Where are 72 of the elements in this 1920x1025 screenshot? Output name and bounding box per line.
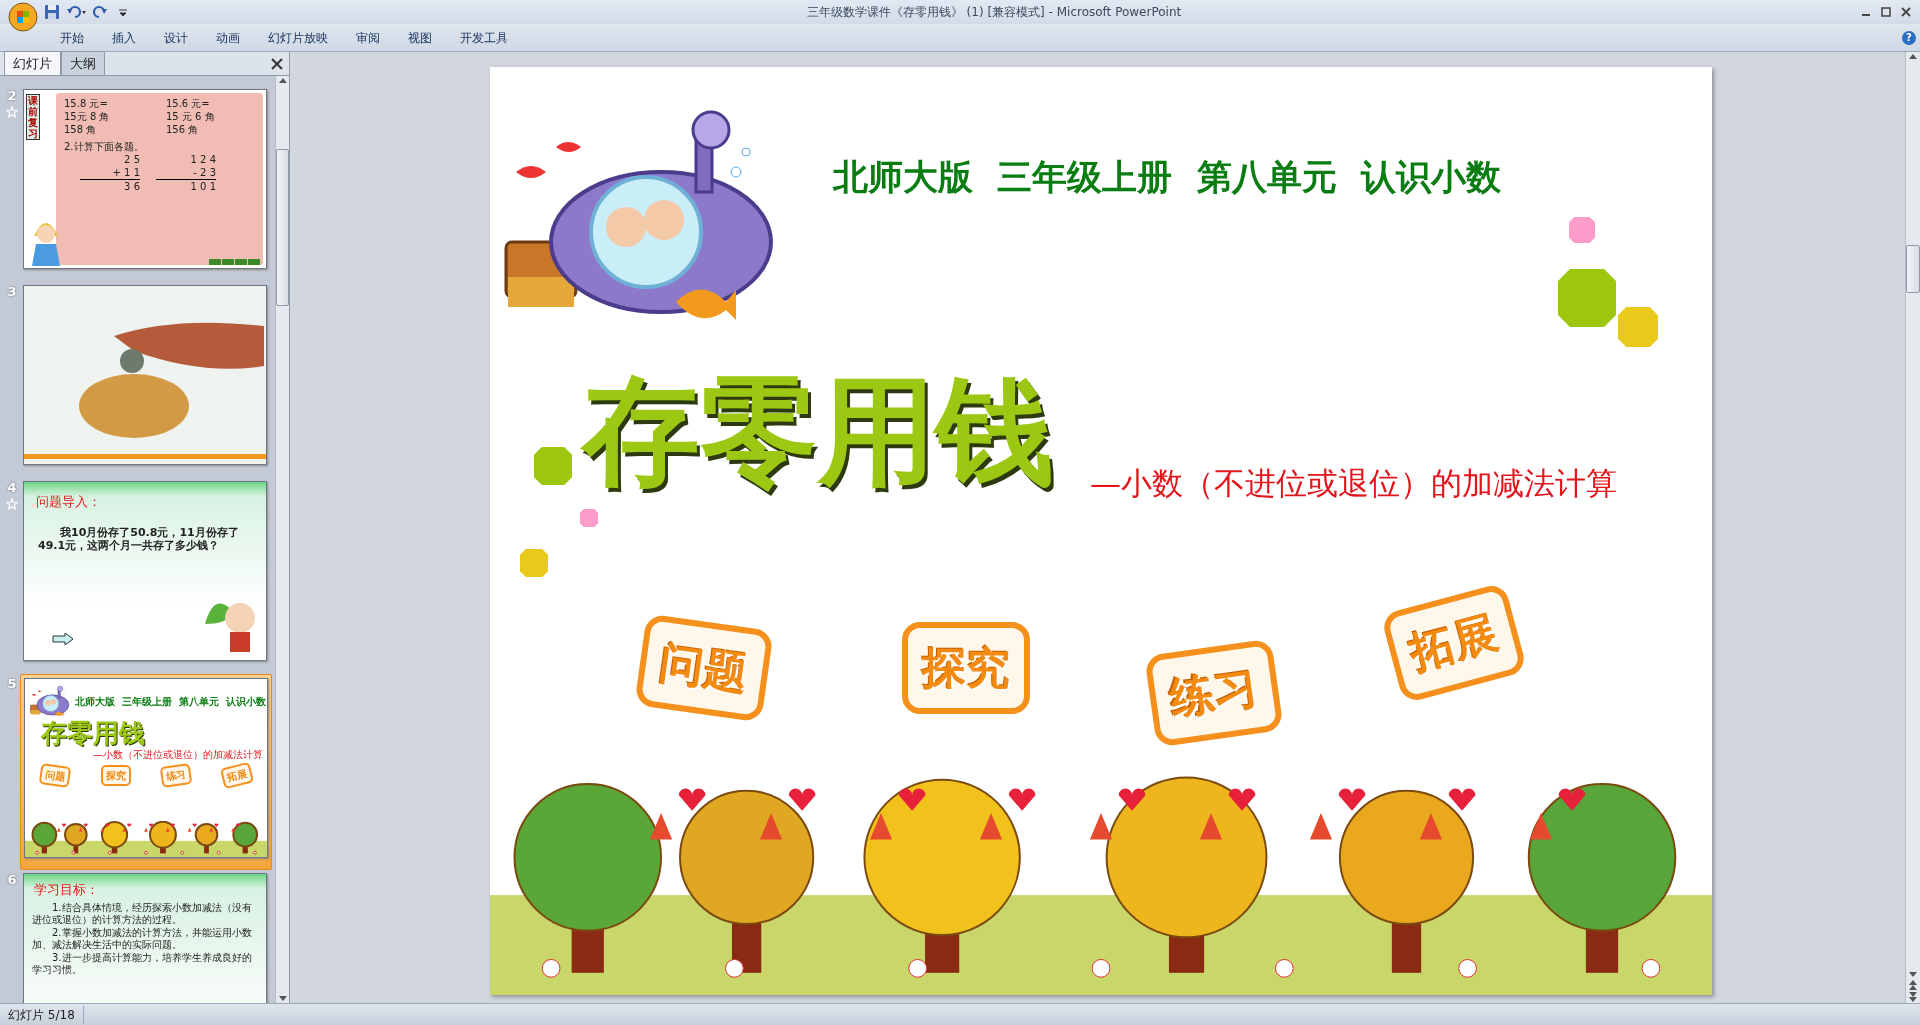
- slide-subtitle: —小数（不进位或退位）的加减法计算: [92, 747, 264, 761]
- undo-icon[interactable]: [66, 4, 88, 20]
- ribbon-tab[interactable]: 动画: [202, 28, 254, 47]
- goal-text: 2.掌握小数加减法的计算方法，并能运用小数加、减法解决生活中的实际问题。: [32, 926, 253, 952]
- scrollbar-thumb[interactable]: [1906, 245, 1920, 293]
- ribbon-tab[interactable]: 视图: [394, 28, 446, 47]
- octagon-shape: [580, 509, 598, 527]
- sum-line: - 2 3: [192, 166, 216, 179]
- previous-slide-icon[interactable]: [1908, 979, 1918, 991]
- slide-title: 存零用钱: [582, 372, 1054, 490]
- vertical-banner: 课前复习: [26, 94, 40, 140]
- slide-number: 6: [7, 871, 17, 889]
- ribbon-tab[interactable]: 开发工具: [446, 28, 522, 47]
- maximize-button[interactable]: [1880, 6, 1892, 18]
- panel-tab[interactable]: 幻灯片: [4, 50, 61, 75]
- navigation-buttons-drawing: [209, 259, 261, 265]
- conversion-line: 15.8 元=: [64, 97, 109, 110]
- slide-subtitle: —小数（不进位或退位）的加减法计算: [1090, 464, 1617, 503]
- close-icon[interactable]: [271, 58, 283, 70]
- slide-thumbnail[interactable]: [23, 285, 267, 465]
- slide-thumbnail[interactable]: 课前复习 15.8 元= 15元 8 角 158 角 15.6 元= 15 元 6 角 156 角 2.计算下面各题。 2 5 + 1 1 3 6 1 2 4 - 2 3 1 0 1: [23, 89, 267, 269]
- conversion-line: 15 元 6 角: [165, 110, 216, 123]
- octagon-shape: [520, 549, 548, 577]
- customize-caret-icon[interactable]: [118, 7, 128, 17]
- sum-line: 1 2 4: [189, 153, 216, 166]
- slide-thumbnail[interactable]: 问题导入： 我10月份存了50.8元，11月份存了49.1元，这两个月一共存了多少钱？: [23, 481, 267, 661]
- ribbon-tab[interactable]: 审阅: [342, 28, 394, 47]
- scroll-up-arrow-icon[interactable]: [1908, 52, 1918, 60]
- ribbon-tab[interactable]: 幻灯片放映: [254, 28, 342, 47]
- slide-heading: 问题导入：: [36, 493, 102, 511]
- octagon-shape: [1558, 269, 1616, 327]
- scroll-down-arrow-icon[interactable]: [277, 995, 288, 1003]
- close-button[interactable]: [1900, 6, 1912, 18]
- conversion-line: 15元 8 角: [64, 110, 111, 123]
- right-arrow-icon: [52, 632, 74, 646]
- sum-line: 1 0 1: [156, 179, 216, 193]
- problem-text: 我10月份存了50.8元，11月份存了49.1元，这两个月一共存了多少钱？: [38, 525, 240, 553]
- redo-icon[interactable]: [92, 4, 108, 20]
- slide-counter: 幻灯片 5/18: [0, 1005, 84, 1024]
- panel-tab[interactable]: 大纲: [61, 50, 105, 75]
- sum-line: 3 6: [80, 179, 140, 193]
- conversion-line: 156 角: [165, 123, 200, 136]
- goal-text: 3.进一步提高计算能力，培养学生养成良好的学习习惯。: [32, 951, 253, 977]
- next-slide-icon[interactable]: [1908, 991, 1918, 1003]
- submarine-drawing: [29, 683, 71, 719]
- save-icon[interactable]: [44, 4, 60, 20]
- help-button[interactable]: ?: [1902, 30, 1916, 45]
- slide-number: 3: [7, 283, 17, 301]
- slide-heading: 学习目标：: [34, 881, 100, 899]
- slide-thumbnail[interactable]: 学习目标： 1.结合具体情境，经历探索小数加减法（没有进位或退位）的计算方法的过程。 2.掌握小数加减法的计算方法，并能运用小数加、减法解决生活中的实际问题。 3.进一步提高计算能力，培养学生养成良好的学习习惯。: [23, 873, 267, 1003]
- scroll-down-arrow-icon[interactable]: [1908, 971, 1918, 979]
- ribbon-tab[interactable]: 开始: [46, 28, 98, 47]
- sum-line: 2 5: [123, 153, 140, 166]
- window-title: 三年级数学课件《存零用钱》 (1) [兼容模式] - Microsoft PowerPoint: [805, 4, 1183, 21]
- slide-number: 2: [7, 87, 17, 105]
- ribbon-tab[interactable]: 插入: [98, 28, 150, 47]
- octagon-shape: [1618, 307, 1658, 347]
- conversion-line: 158 角: [64, 123, 98, 136]
- task-text: 2.计算下面各题。: [64, 140, 145, 153]
- scroll-up-arrow-icon[interactable]: [277, 76, 288, 84]
- slide-title: 存零用钱: [41, 719, 146, 748]
- ribbon-tab[interactable]: 设计: [150, 28, 202, 47]
- conversion-line: 15.6 元=: [165, 97, 211, 110]
- sum-line: + 1 1: [111, 166, 140, 179]
- slide-number: 5: [7, 675, 17, 693]
- slide-header: 北师大版 三年级上册 第八单元 认识小数: [75, 694, 266, 708]
- slide-number: 4: [7, 479, 17, 497]
- octagon-shape: [534, 447, 572, 485]
- octagon-shape: [1569, 217, 1595, 243]
- goal-text: 1.结合具体情境，经历探索小数加减法（没有进位或退位）的计算方法的过程。: [32, 901, 253, 927]
- slide-header: 北师大版 三年级上册 第八单元 认识小数: [833, 156, 1502, 199]
- scrollbar-thumb[interactable]: [276, 149, 289, 306]
